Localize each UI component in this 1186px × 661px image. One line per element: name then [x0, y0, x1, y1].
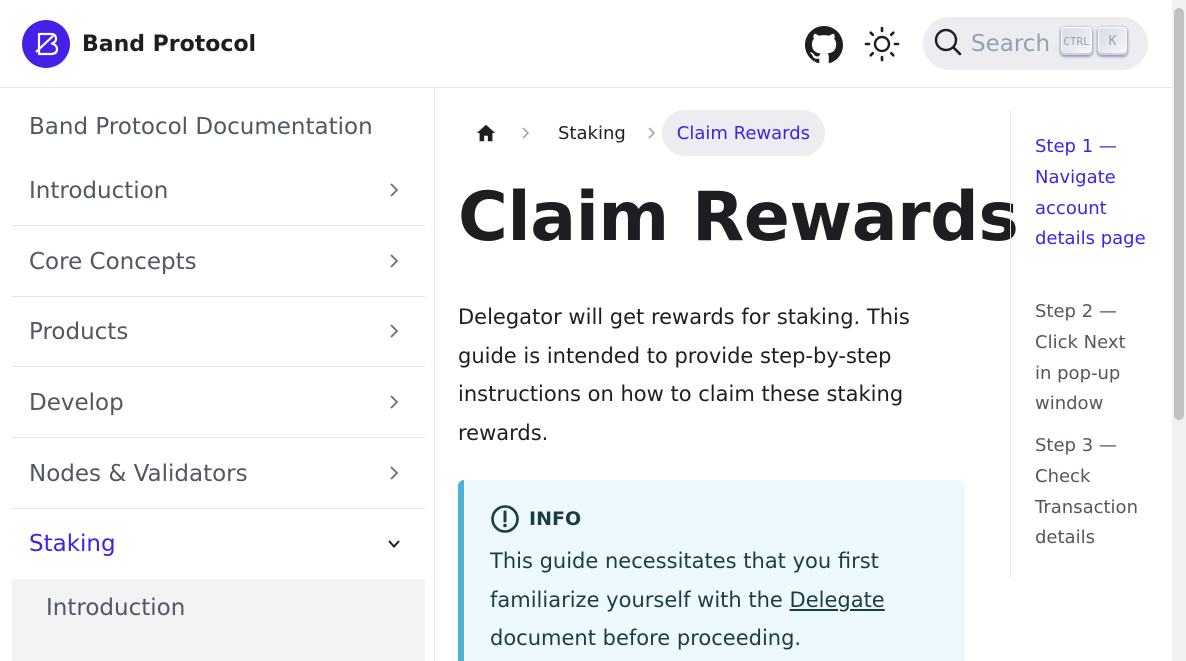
toc-item-step-2[interactable]: Step 2 — Click Next in pop-up window	[1035, 297, 1147, 420]
band-logo-icon	[22, 20, 70, 68]
chevron-right-icon	[390, 466, 399, 480]
admonition-heading: INFO	[490, 504, 581, 534]
search-button[interactable]: Search CTRL K	[923, 17, 1148, 70]
breadcrumb-item-staking[interactable]: Staking	[544, 110, 640, 156]
navbar: Band Protocol Search CTRL K	[0, 0, 1172, 88]
page-scrollbar[interactable]	[1172, 0, 1186, 661]
search-placeholder: Search	[971, 30, 1051, 57]
sidebar-item-core-concepts[interactable]: Core Concepts	[12, 227, 425, 297]
sidebar-item-introduction[interactable]: Introduction	[12, 156, 425, 226]
sidebar-item-label: Develop	[29, 389, 124, 416]
brand-link[interactable]: Band Protocol	[22, 20, 256, 68]
breadcrumb-separator-icon	[506, 110, 544, 156]
breadcrumb-home[interactable]	[466, 110, 506, 156]
chevron-right-icon	[390, 395, 399, 409]
sidebar-item-label: Core Concepts	[29, 248, 197, 275]
admonition-title: INFO	[529, 508, 582, 530]
chevron-right-icon	[390, 324, 399, 338]
info-icon	[491, 505, 519, 533]
home-icon	[476, 124, 496, 142]
breadcrumb-separator-icon	[640, 110, 662, 156]
sidebar-item-label: Products	[29, 318, 129, 345]
sidebar-item-staking[interactable]: Staking	[12, 509, 425, 579]
breadcrumb-item-current[interactable]: Claim Rewards	[661, 110, 826, 156]
search-icon	[933, 27, 963, 61]
scrollbar-thumb[interactable]	[1174, 8, 1184, 420]
chevron-down-icon	[388, 540, 400, 548]
k-key-hint: K	[1098, 27, 1127, 55]
sidebar-item-label: Nodes & Validators	[29, 460, 248, 487]
info-admonition: INFO This guide necessitates that you fi…	[458, 480, 965, 661]
sun-icon[interactable]	[864, 26, 900, 62]
breadcrumb: Staking Claim Rewards	[466, 110, 826, 156]
sidebar: Band Protocol Documentation Introduction…	[0, 88, 435, 661]
sidebar-item-products[interactable]: Products	[12, 297, 425, 367]
brand-title: Band Protocol	[82, 31, 257, 57]
admonition-text: This guide necessitates that you first f…	[490, 542, 930, 658]
admonition-text-end: document before proceeding.	[490, 626, 802, 650]
sidebar-item-nodes-validators[interactable]: Nodes & Validators	[12, 439, 425, 509]
table-of-contents: Step 1 — Navigate account details page S…	[1010, 110, 1150, 578]
ctrl-key-hint: CTRL	[1061, 27, 1092, 55]
sidebar-root-link[interactable]: Band Protocol Documentation	[29, 114, 373, 140]
sidebar-subitem-introduction[interactable]: Introduction	[12, 579, 425, 661]
sidebar-item-label: Introduction	[29, 177, 169, 204]
delegate-link[interactable]: Delegate	[790, 588, 885, 612]
chevron-right-icon	[390, 254, 399, 268]
github-icon[interactable]	[805, 26, 843, 64]
sidebar-subitem-label: Introduction	[46, 595, 186, 621]
page-title: Claim Rewards	[458, 178, 1019, 257]
chevron-right-icon	[390, 183, 399, 197]
toc-item-step-3[interactable]: Step 3 — Check Transaction details	[1035, 431, 1147, 554]
toc-item-step-1[interactable]: Step 1 — Navigate account details page	[1035, 132, 1147, 255]
intro-paragraph: Delegator will get rewards for staking. …	[458, 305, 910, 445]
sidebar-item-develop[interactable]: Develop	[12, 368, 425, 438]
sidebar-item-label: Staking	[29, 531, 116, 557]
